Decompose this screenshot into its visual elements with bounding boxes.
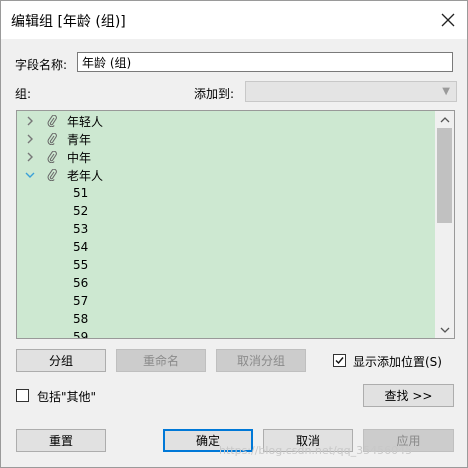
tree-group-label: 中年 [67, 150, 92, 165]
title-bar: 编辑组 [年龄 (组)] [1, 1, 467, 39]
paperclip-icon [45, 133, 59, 145]
ok-button[interactable]: 确定 [163, 429, 253, 452]
tree-group-item[interactable]: 老年人 [23, 166, 103, 184]
cancel-button[interactable]: 取消 [263, 429, 353, 452]
field-name-input[interactable]: 年龄 (组) [77, 52, 453, 72]
paperclip-icon [45, 151, 59, 163]
paperclip-icon [45, 169, 59, 181]
chevron-down-icon: ▼ [442, 86, 450, 97]
group-button[interactable]: 分组 [16, 349, 106, 372]
close-icon [441, 13, 455, 27]
tree-child-item[interactable]: 59 [73, 328, 88, 338]
chevron-up-icon [440, 116, 449, 122]
chevron-right-icon[interactable] [23, 134, 37, 144]
find-button[interactable]: 查找 >> [363, 384, 454, 407]
scroll-down-button[interactable] [435, 321, 454, 338]
tree-child-item[interactable]: 53 [73, 220, 88, 238]
show-add-location-checkbox[interactable] [333, 354, 346, 367]
add-to-dropdown[interactable]: ▼ [245, 81, 457, 102]
show-add-location-label[interactable]: 显示添加位置(S) [353, 353, 442, 370]
include-other-label[interactable]: 包括"其他" [37, 388, 96, 405]
close-button[interactable] [437, 9, 459, 31]
tree-child-item[interactable]: 58 [73, 310, 88, 328]
scroll-thumb[interactable] [437, 128, 452, 223]
tree-group-label: 老年人 [67, 168, 104, 183]
group-label: 组: [15, 87, 32, 101]
paperclip-icon [45, 115, 59, 127]
chevron-down-icon[interactable] [23, 171, 37, 179]
rename-button[interactable]: 重命名 [116, 349, 206, 372]
ungroup-button[interactable]: 取消分组 [216, 349, 306, 372]
scroll-up-button[interactable] [435, 111, 454, 128]
tree-child-item[interactable]: 51 [73, 184, 88, 202]
tree-child-item[interactable]: 52 [73, 202, 88, 220]
tree-child-item[interactable]: 54 [73, 238, 88, 256]
reset-button[interactable]: 重置 [16, 429, 106, 452]
tree-group-item[interactable]: 青年 [23, 130, 91, 148]
group-tree[interactable]: 年轻人 青年 中年 老年人 51 52 53 54 55 56 57 58 59 [16, 110, 455, 339]
edit-group-dialog: 编辑组 [年龄 (组)] 字段名称: 年龄 (组) 组: 添加到: ▼ 年轻人 … [0, 0, 468, 468]
tree-child-item[interactable]: 57 [73, 292, 88, 310]
field-name-label: 字段名称: [15, 58, 68, 72]
tree-group-label: 年轻人 [67, 114, 104, 129]
chevron-right-icon[interactable] [23, 152, 37, 162]
vertical-scrollbar[interactable] [435, 111, 454, 338]
include-other-checkbox[interactable] [16, 389, 29, 402]
chevron-down-icon [440, 327, 449, 333]
tree-child-item[interactable]: 56 [73, 274, 88, 292]
checkmark-icon [335, 357, 344, 365]
apply-button[interactable]: 应用 [363, 429, 454, 452]
tree-group-item[interactable]: 年轻人 [23, 112, 103, 130]
dialog-title: 编辑组 [年龄 (组)] [11, 14, 126, 30]
tree-child-item[interactable]: 55 [73, 256, 88, 274]
add-to-label: 添加到: [194, 87, 235, 101]
chevron-right-icon[interactable] [23, 116, 37, 126]
tree-group-item[interactable]: 中年 [23, 148, 91, 166]
tree-group-label: 青年 [67, 132, 92, 147]
